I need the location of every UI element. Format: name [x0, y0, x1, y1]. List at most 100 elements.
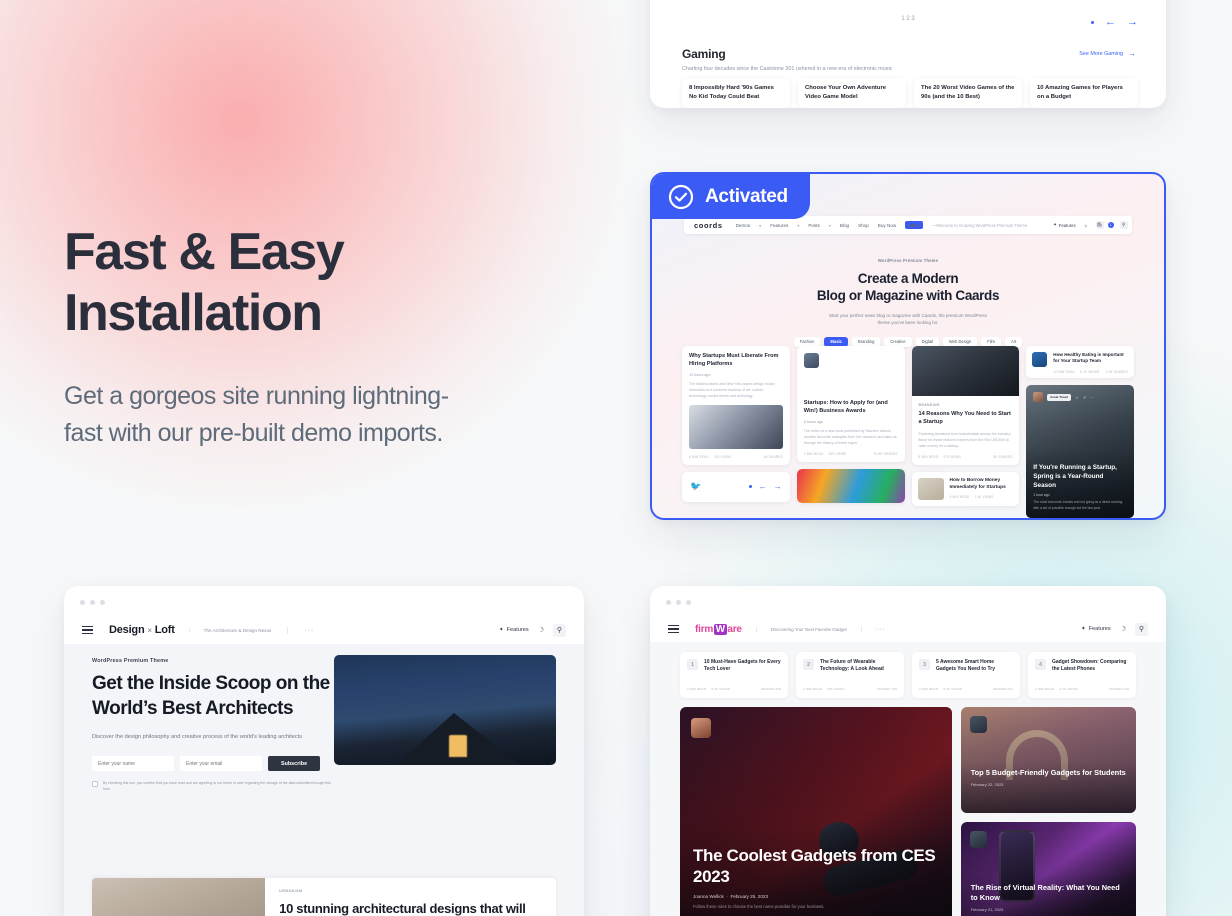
share-icon[interactable]: ↗: [1083, 395, 1086, 400]
gaming-section-header: Gaming Charting four decades since the C…: [682, 47, 892, 74]
nav-item-buy-now[interactable]: Buy Now: [878, 223, 896, 228]
carousel-next-icon[interactable]: →: [1127, 17, 1138, 28]
numbered-list-item[interactable]: 2 The Future of Wearable Technology: A L…: [796, 652, 904, 698]
gaming-card[interactable]: 8 Impossibly Hard '90s Games No Kid Toda…: [682, 78, 790, 108]
nav-item-features[interactable]: Features: [770, 223, 788, 228]
twitter-embed-card[interactable]: 🐦 ← →: [682, 471, 790, 502]
article-card[interactable]: Why Startups Must Liberate From Hiring P…: [682, 346, 790, 465]
article-title: How to Borrow Money Immediately for Star…: [949, 477, 1006, 490]
features-link[interactable]: ✦ Features: [1053, 222, 1076, 228]
carousel-next-icon[interactable]: →: [774, 482, 782, 491]
featured-article-card[interactable]: Great Travel ☆ ↗ ⋯ If You're Running a S…: [1026, 385, 1134, 518]
loft-bottom-article-card[interactable]: URBANISM 10 stunning architectural desig…: [92, 878, 556, 916]
twitter-carousel-controls[interactable]: ← →: [748, 482, 782, 491]
article-title: 10 stunning architectural designs that w…: [279, 901, 526, 916]
hamburger-menu-icon[interactable]: [668, 624, 679, 634]
gaming-card[interactable]: 10 Amazing Games for Players on a Budget: [1030, 78, 1138, 108]
gaming-preview-panel: 1 2 3 ← → Gaming Charting four decades s…: [650, 0, 1166, 108]
loft-logo-separator: ×: [147, 626, 152, 635]
activated-badge: Activated: [652, 174, 810, 219]
side-article-card[interactable]: Top 5 Budget-Friendly Gadgets for Studen…: [960, 707, 1136, 813]
firmware-logo[interactable]: firm W are: [695, 623, 742, 635]
search-icon[interactable]: ⚲: [553, 623, 566, 637]
author-name[interactable]: Joanna Wellick: [693, 894, 724, 899]
consent-row[interactable]: By checking this box, you confirm that y…: [92, 780, 337, 792]
article-title: Startups: How to Apply for (and Win!) Bu…: [803, 400, 888, 414]
window-minimize-dot[interactable]: [676, 600, 681, 605]
moon-icon[interactable]: ☽: [538, 626, 544, 634]
article-thumbnail: [796, 468, 905, 503]
firmware-nav-more-icon[interactable]: ···: [860, 625, 886, 633]
more-icon[interactable]: ⋯: [1090, 395, 1094, 400]
article-card[interactable]: How to Borrow Money Immediately for Star…: [911, 471, 1020, 506]
item-title: 5 Awesome Smart Home Gadgets You Need to…: [936, 659, 995, 673]
window-controls[interactable]: [80, 600, 105, 605]
numbered-list-item[interactable]: 1 10 Must-Have Gadgets for Every Tech Lo…: [680, 652, 788, 698]
article-category[interactable]: URBANISM: [279, 889, 542, 893]
grid-column: BRANDING 14 Reasons Why You Need to Star…: [911, 346, 1020, 518]
subscribe-button[interactable]: Subscribe: [268, 756, 321, 772]
carousel-pager-row: 1 2 3 ← →: [650, 16, 1166, 36]
chevron-down-icon: ▾: [828, 222, 831, 228]
category-chip[interactable]: Great Travel: [1047, 393, 1072, 401]
loft-nav-more-icon[interactable]: ···: [287, 626, 314, 634]
email-input[interactable]: [180, 756, 262, 772]
consent-text: By checking this box, you confirm that y…: [103, 781, 331, 792]
firmware-logo-pre: firm: [695, 623, 714, 635]
numbered-list-item[interactable]: 4 Gadget Showdown: Comparing the Latest …: [1028, 652, 1136, 698]
featured-article-card[interactable]: The Coolest Gadgets from CES 2023 Joanna…: [680, 707, 952, 916]
share-count: 2.5K SHARES: [1105, 369, 1128, 374]
nav-item-demos[interactable]: Demos: [736, 223, 751, 228]
article-meta: 6 MIN READ 740 VIEWS 84 SHARES: [682, 449, 790, 465]
caards-logo[interactable]: coords: [694, 221, 723, 230]
window-close-dot[interactable]: [80, 600, 85, 605]
window-controls[interactable]: [666, 600, 691, 605]
publish-date: February 21, 2023: [970, 907, 1004, 912]
carousel-prev-icon[interactable]: ←: [759, 482, 767, 491]
loft-logo[interactable]: Design × Loft: [109, 624, 175, 636]
firmware-navbar: firm W are Discovering Your Next Favorit…: [650, 616, 1166, 642]
carousel-pager[interactable]: 1 2 3: [901, 16, 914, 22]
cart-icon[interactable]: 🛍: [1095, 221, 1104, 229]
numbered-list-item[interactable]: 3 5 Awesome Smart Home Gadgets You Need …: [912, 652, 1020, 698]
name-input[interactable]: [92, 756, 174, 772]
window-minimize-dot[interactable]: [90, 600, 95, 605]
window-maximize-dot[interactable]: [100, 600, 105, 605]
gaming-card[interactable]: The 20 Worst Video Games of the 90s (and…: [914, 78, 1022, 108]
featured-card-chipbar: Great Travel ☆ ↗ ⋯: [1033, 392, 1094, 402]
read-time: 12 MIN READ: [1053, 369, 1075, 374]
read-time: 2 MIN READ: [803, 687, 823, 691]
nav-item-shop[interactable]: Shop: [858, 223, 869, 228]
article-title: Top 5 Budget-Friendly Gadgets for Studen…: [970, 767, 1126, 777]
article-thumbnail: [1032, 352, 1048, 367]
consent-checkbox[interactable]: [92, 781, 98, 788]
gaming-card[interactable]: Choose Your Own Adventure Video Game Mod…: [798, 78, 906, 108]
article-meta: 7 MIN READ 449 VIEWS 75.8K SHARES: [797, 446, 905, 462]
see-more-gaming-link[interactable]: See More Gaming →: [1079, 49, 1136, 58]
search-icon[interactable]: ⚲: [1135, 622, 1148, 636]
features-link[interactable]: ✦ Features: [499, 627, 529, 633]
article-card[interactable]: How Healthy Eating is Important for Your…: [1026, 346, 1134, 378]
article-card[interactable]: BRANDING 14 Reasons Why You Need to Star…: [911, 346, 1020, 465]
view-count: 475 VIEWS: [943, 454, 962, 459]
article-card[interactable]: [796, 468, 905, 503]
carousel-controls[interactable]: ← →: [1091, 17, 1138, 28]
sun-icon[interactable]: ☼: [1082, 221, 1090, 229]
nav-item-blog[interactable]: Blog: [840, 223, 849, 228]
search-icon[interactable]: ⚲: [1119, 221, 1128, 229]
window-close-dot[interactable]: [666, 600, 671, 605]
loft-navbar-right: ✦ Features ☽ ⚲: [499, 623, 566, 637]
side-article-card[interactable]: The Rise of Virtual Reality: What You Ne…: [960, 822, 1136, 916]
carousel-prev-icon[interactable]: ←: [1105, 17, 1116, 28]
nav-item-posts[interactable]: Posts: [808, 223, 820, 228]
cart-count-badge: 1: [1107, 222, 1114, 228]
carousel-dot-icon: [748, 485, 752, 489]
article-category[interactable]: BRANDING: [919, 403, 1013, 407]
item-title: 10 Must-Have Gadgets for Every Tech Love…: [704, 659, 781, 673]
window-maximize-dot[interactable]: [686, 600, 691, 605]
moon-icon[interactable]: ☽: [1120, 625, 1126, 633]
features-link[interactable]: ✦ Features: [1081, 626, 1111, 632]
bookmark-icon[interactable]: ☆: [1075, 395, 1079, 400]
hamburger-menu-icon[interactable]: [82, 625, 93, 635]
article-card[interactable]: Startups: How to Apply for (and Win!) Bu…: [796, 346, 905, 462]
